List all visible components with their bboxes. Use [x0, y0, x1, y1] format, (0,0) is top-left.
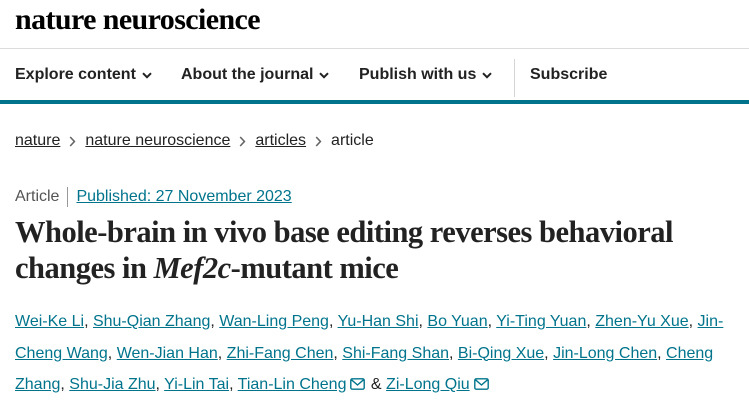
nav-item-label: Publish with us [359, 66, 477, 83]
author-separator: , [586, 313, 596, 330]
author-link[interactable]: Shu-Jia Zhu [69, 376, 155, 393]
author-link[interactable]: Wei-Ke Li [15, 313, 84, 330]
article-type: Article [15, 188, 60, 205]
breadcrumb-current: article [331, 132, 374, 149]
author-link[interactable]: Bo Yuan [427, 313, 487, 330]
author-separator: , [657, 344, 667, 362]
site-header: nature neuroscience [0, 0, 749, 49]
author-separator: , [544, 344, 554, 362]
author-link[interactable]: Jin- [698, 313, 724, 330]
site-logo[interactable]: nature neuroscience [15, 3, 261, 37]
meta-divider [67, 187, 69, 207]
author-link[interactable]: Yu-Han Shi [338, 313, 419, 330]
chevron-right-icon [69, 135, 76, 147]
author-link[interactable]: Yi-Ting Yuan [496, 313, 586, 330]
author-separator: , [155, 376, 165, 393]
mail-icon[interactable] [350, 370, 366, 402]
title-gene-name: Mef2c [153, 251, 232, 285]
breadcrumb-nature-neuroscience[interactable]: nature neuroscience [85, 132, 230, 150]
author-separator: , [217, 344, 227, 362]
breadcrumb-articles[interactable]: articles [255, 132, 306, 150]
author-link[interactable]: Bi-Qing Xue [458, 345, 544, 362]
author-link[interactable]: Wan-Ling Peng [219, 313, 329, 330]
author-list: Wei-Ke Li, Shu-Qian Zhang, Wan-Ling Peng… [15, 306, 741, 402]
published-date-link[interactable]: Published: 27 November 2023 [76, 188, 291, 206]
nav-divider [514, 59, 515, 97]
breadcrumb-nature[interactable]: nature [15, 132, 60, 150]
chevron-down-icon [142, 71, 152, 79]
author-link[interactable]: Zi-Long Qiu [386, 376, 470, 393]
author-separator: , [487, 313, 497, 330]
author-separator: , [107, 344, 117, 362]
author-link[interactable]: Zhen-Yu Xue [595, 313, 688, 330]
author-link[interactable]: Jin-Long Chen [553, 345, 657, 362]
nav-item-label: About the journal [181, 66, 314, 83]
author-link[interactable]: Cheng [666, 345, 713, 362]
author-separator: , [210, 313, 220, 330]
mail-icon[interactable] [473, 370, 489, 402]
nav-item-label: Explore content [15, 66, 136, 83]
title-text-end: -mutant mice [230, 251, 399, 285]
chevron-down-icon [482, 71, 493, 79]
author-separator: , [328, 313, 338, 330]
author-separator: , [449, 344, 458, 362]
chevron-down-icon [319, 71, 330, 79]
nav-publish-with-us[interactable]: Publish with us [359, 50, 493, 100]
article-title: Whole-brain in vivo base editing reverse… [15, 214, 740, 286]
nav-about-the-journal[interactable]: About the journal [181, 50, 330, 100]
author-link[interactable]: Yi-Lin Tai [164, 376, 229, 393]
author-link[interactable]: Wen-Jian Han [117, 345, 218, 362]
author-link[interactable]: Cheng Wang [15, 345, 108, 362]
author-separator: , [333, 344, 343, 362]
nav-explore-content[interactable]: Explore content [15, 50, 152, 100]
author-separator: , [60, 376, 70, 393]
author-link[interactable]: Zhang [15, 376, 60, 393]
breadcrumb: nature nature neuroscience articles arti… [15, 130, 374, 152]
author-separator: , [688, 313, 698, 330]
author-separator: , [229, 376, 238, 393]
author-link[interactable]: Zhi-Fang Chen [227, 345, 334, 362]
author-ampersand: & [366, 376, 387, 393]
article-meta: Article Published: 27 November 2023 [15, 186, 292, 208]
nav-subscribe[interactable]: Subscribe [530, 50, 607, 100]
author-link[interactable]: Tian-Lin Cheng [238, 376, 347, 393]
main-navigation: Explore content About the journal Publis… [0, 50, 749, 104]
chevron-right-icon [315, 135, 322, 147]
author-link[interactable]: Shu-Qian Zhang [93, 313, 210, 330]
author-link[interactable]: Shi-Fang Shan [342, 345, 449, 362]
chevron-right-icon [239, 135, 246, 147]
author-separator: , [84, 313, 93, 330]
